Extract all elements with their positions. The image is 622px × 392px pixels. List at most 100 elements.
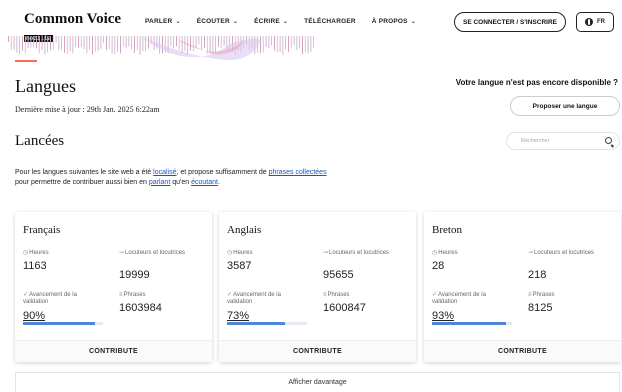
wave-bar	[86, 36, 88, 54]
validation-value: 93%	[432, 310, 455, 322]
wave-bar	[120, 36, 121, 54]
nav-label: ÉCOUTER	[196, 18, 230, 25]
phrases-label-text: Phrases	[123, 292, 146, 298]
wave-bar	[187, 36, 189, 55]
phrases-label: ≡Phrases	[528, 292, 555, 299]
wave-bar	[279, 36, 281, 52]
propose-language-button[interactable]: Proposer une langue	[510, 96, 620, 116]
speaker-icon: ⊸	[119, 250, 125, 256]
speakers-label-text: Locuteurs et locutrices	[329, 250, 390, 256]
wave-bar	[288, 36, 289, 52]
link-parlant[interactable]: parlant	[149, 179, 170, 186]
missing-language-heading: Votre langue n'est pas encore disponible…	[455, 78, 618, 87]
phrases-value: 1600847	[323, 302, 366, 314]
wave-bar	[220, 36, 222, 49]
wave-bar	[190, 36, 191, 51]
wave-bar	[192, 36, 194, 52]
wave-bar	[201, 36, 203, 51]
wave-bar	[80, 36, 82, 47]
nav-item-ecouter[interactable]: ÉCOUTER ⌄	[197, 18, 238, 25]
speakers-label: ⊸Locuteurs et locutrices	[528, 250, 608, 257]
contribute-button[interactable]: CONTRIBUTE	[219, 340, 416, 362]
language-card-francais: Français ◷Heures 1163 ⊸Locuteurs et locu…	[15, 212, 212, 362]
hours-value: 1163	[23, 260, 47, 272]
wave-bar	[64, 36, 65, 54]
phrases-label: ≡Phrases	[323, 292, 350, 299]
login-signup-button[interactable]: SE CONNECTER / S'INSCRIRE	[454, 12, 566, 32]
list-icon: ≡	[323, 292, 327, 298]
speakers-value: 95655	[323, 269, 354, 281]
wave-bar	[103, 36, 105, 44]
wave-bar	[117, 36, 119, 52]
intro-text: pour permettre de contribuer aussi bien …	[15, 178, 149, 186]
intro-text: , et propose suffisamment de	[176, 169, 269, 176]
language-name: Anglais	[227, 224, 262, 236]
wave-bar	[55, 36, 57, 43]
phrases-label-text: Phrases	[327, 292, 350, 298]
link-phrases-collectees[interactable]: phrases collectées	[269, 169, 327, 176]
wave-bar	[173, 36, 175, 49]
progress-fill	[227, 322, 286, 325]
hours-value: 28	[432, 260, 445, 272]
speakers-label-text: Locuteurs et locutrices	[534, 250, 595, 256]
contribute-button[interactable]: CONTRIBUTE	[424, 340, 621, 362]
wave-bar	[212, 36, 214, 53]
language-switcher[interactable]: FR	[576, 12, 614, 32]
phrases-value: 1603984	[119, 302, 162, 314]
wave-bar	[128, 36, 130, 47]
validation-label: ✓Avancement de la validation	[432, 292, 512, 306]
link-localise[interactable]: localisé	[153, 169, 176, 176]
nav-label: ÉCRIRE	[254, 18, 280, 25]
language-name: Français	[23, 224, 61, 236]
accent-underline	[15, 60, 37, 62]
show-more-button[interactable]: Afficher davantage	[15, 372, 620, 392]
search-icon[interactable]	[605, 137, 612, 144]
wave-bar	[8, 36, 9, 42]
nav-item-parler[interactable]: PARLER ⌄	[145, 18, 181, 25]
wave-bar	[114, 36, 116, 54]
intro-paragraph: Pour les langues suivantes le site web a…	[15, 168, 335, 187]
link-ecoutant[interactable]: écoutant	[191, 179, 218, 186]
wave-bar	[30, 36, 32, 48]
wave-bar	[106, 36, 107, 50]
wave-bar	[181, 36, 183, 53]
language-name: Breton	[432, 224, 462, 236]
globe-icon	[585, 18, 593, 26]
nav-item-ecrire[interactable]: ÉCRIRE ⌄	[254, 18, 288, 25]
speaker-icon: ⊸	[528, 250, 534, 256]
chevron-down-icon: ⌄	[232, 19, 239, 25]
wave-bar	[24, 36, 26, 54]
check-circle-icon: ✓	[227, 292, 233, 298]
wave-bar	[41, 36, 43, 51]
contribute-button[interactable]: CONTRIBUTE	[15, 340, 212, 362]
wave-bar	[162, 36, 163, 54]
wave-bar	[94, 36, 96, 52]
nav-item-telecharger[interactable]: TÉLÉCHARGER	[304, 18, 356, 25]
wave-bar	[92, 36, 93, 55]
section-title-launched: Lancées	[15, 133, 65, 149]
wave-bar	[293, 36, 295, 46]
validation-label: ✓Avancement de la validation	[227, 292, 307, 306]
wave-bar	[38, 36, 40, 54]
wave-bar	[260, 36, 261, 54]
wave-bar	[125, 36, 127, 48]
wave-bar	[78, 36, 79, 48]
hours-label: ◷Heures	[227, 250, 253, 257]
wave-bar	[50, 36, 51, 51]
phrases-label: ≡Phrases	[119, 292, 146, 299]
intro-text: qu'en	[170, 178, 192, 186]
wave-bar	[72, 36, 74, 54]
wave-bar	[89, 36, 91, 50]
wave-bar	[27, 36, 29, 48]
wave-bar	[16, 36, 18, 53]
last-update-text: Dernière mise à jour : 29th Jan. 2025 6:…	[15, 105, 160, 114]
nav-label: À PROPOS	[371, 18, 408, 25]
wave-bar	[290, 36, 292, 48]
wave-bar	[268, 36, 270, 49]
list-icon: ≡	[119, 292, 123, 298]
search-input[interactable]	[507, 133, 607, 149]
nav-item-a-propos[interactable]: À PROPOS ⌄	[372, 18, 416, 25]
phrases-label-text: Phrases	[532, 292, 555, 298]
wave-bar	[302, 36, 303, 55]
logo-title: Common Voice	[24, 11, 122, 27]
